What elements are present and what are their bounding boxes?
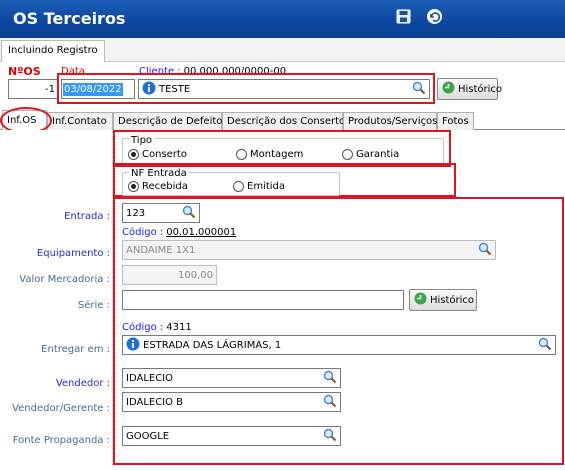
radio-label: Garantia <box>356 149 400 160</box>
date-field[interactable]: 03/08/2022 <box>61 79 135 99</box>
fonte-propaganda-label: Fonte Propaganda : <box>12 435 110 446</box>
vendedor-gerente-field[interactable]: IDALECIO B <box>122 392 341 412</box>
vendedor-gerente-value: IDALECIO B <box>126 396 184 408</box>
info-icon <box>142 81 156 98</box>
os-number-field[interactable]: -1 <box>8 79 59 99</box>
client-field[interactable]: TESTE <box>138 79 430 99</box>
search-icon[interactable] <box>323 428 337 445</box>
search-icon[interactable] <box>478 242 492 259</box>
info-icon <box>126 337 140 354</box>
tab-descricao-defeitos[interactable]: Descrição de Defeitos <box>113 112 228 130</box>
vendedor-field[interactable]: IDALECIO <box>122 368 341 388</box>
radio-emitida[interactable]: Emitida <box>233 181 285 192</box>
serie-label: Série : <box>77 300 110 311</box>
vendedor-gerente-label: Vendedor/Gerente : <box>12 403 110 414</box>
date-value: 03/08/2022 <box>63 82 123 96</box>
codigo-label: Código : <box>122 227 164 238</box>
search-icon[interactable] <box>323 394 337 411</box>
mode-tab[interactable]: Incluindo Registro <box>1 40 105 62</box>
radio-conserto[interactable]: Conserto <box>128 149 187 160</box>
radio-label: Recebida <box>142 181 188 192</box>
nf-entrada-legend: NF Entrada <box>129 168 189 179</box>
tipo-legend: Tipo <box>129 135 155 146</box>
mode-bar: Incluindo Registro <box>0 38 565 62</box>
entrada-label: Entrada : <box>64 211 110 222</box>
historico-label: Histórico <box>430 294 475 306</box>
serie-field[interactable] <box>122 290 404 310</box>
radio-dot <box>128 149 139 160</box>
equipamento-value: ANDAIME 1X1 <box>126 244 196 256</box>
equip-code-row: Código : 00.01.000001 <box>122 227 236 238</box>
undo-button[interactable] <box>424 8 444 28</box>
window-title: OS Terceiros <box>13 9 126 28</box>
valor-mercadoria-field[interactable]: 100,00 <box>122 265 217 285</box>
equipamento-field[interactable]: ANDAIME 1X1 <box>122 240 496 260</box>
search-icon[interactable] <box>538 337 552 354</box>
radio-label: Montagem <box>250 149 304 160</box>
radio-recebida[interactable]: Recebida <box>128 181 188 192</box>
radio-label: Emitida <box>247 181 286 192</box>
radio-dot <box>233 181 244 192</box>
serie-historico-button[interactable]: Histórico <box>409 289 477 311</box>
radio-garantia[interactable]: Garantia <box>342 149 399 160</box>
fonte-value: GOOGLE <box>126 430 170 442</box>
vendedor-label: Vendedor : <box>55 378 110 389</box>
entregar-code: 4311 <box>166 322 192 333</box>
historico-label: Histórico <box>458 83 503 95</box>
valor-mercadoria-label: Valor Mercadoria : <box>19 274 110 285</box>
equip-code[interactable]: 00.01.000001 <box>166 227 236 238</box>
entrada-field[interactable]: 123 <box>122 203 200 223</box>
entregar-field[interactable]: ESTRADA DAS LÁGRIMAS, 1 <box>122 335 556 355</box>
os-number-label: NºOS <box>8 65 41 78</box>
save-button[interactable] <box>393 8 413 28</box>
client-name: TESTE <box>159 83 191 95</box>
undo-icon <box>426 8 443 28</box>
tab-descricao-consertos[interactable]: Descrição dos Consertos <box>222 112 350 130</box>
title-bar: OS Terceiros <box>0 0 565 38</box>
equipamento-label: Equipamento : <box>36 248 110 259</box>
radio-label: Conserto <box>142 149 187 160</box>
codigo-label: Código : <box>122 322 164 333</box>
radio-dot <box>236 149 247 160</box>
history-icon <box>414 292 427 308</box>
search-icon[interactable] <box>412 81 426 98</box>
tab-bar: Inf.OS Inf.Contato Descrição de Defeitos… <box>0 110 565 131</box>
tab-fotos[interactable]: Fotos <box>437 112 474 130</box>
search-icon[interactable] <box>323 370 337 387</box>
radio-dot <box>128 181 139 192</box>
radio-dot <box>342 149 353 160</box>
entregar-value: ESTRADA DAS LÁGRIMAS, 1 <box>143 339 282 351</box>
historico-button[interactable]: Histórico <box>437 78 502 100</box>
search-icon[interactable] <box>182 205 196 222</box>
entrada-value: 123 <box>126 207 146 219</box>
vendedor-value: IDALECIO <box>126 372 174 384</box>
entregar-label: Entregar em : <box>41 344 110 355</box>
radio-montagem[interactable]: Montagem <box>236 149 303 160</box>
entregar-code-row: Código : 4311 <box>122 322 192 333</box>
floppy-disk-icon <box>396 9 411 27</box>
fonte-propaganda-field[interactable]: GOOGLE <box>122 426 341 446</box>
tab-produtos-servicos[interactable]: Produtos/Serviços <box>343 112 437 130</box>
tab-inf-contato[interactable]: Inf.Contato <box>47 112 113 130</box>
history-icon <box>442 81 455 97</box>
